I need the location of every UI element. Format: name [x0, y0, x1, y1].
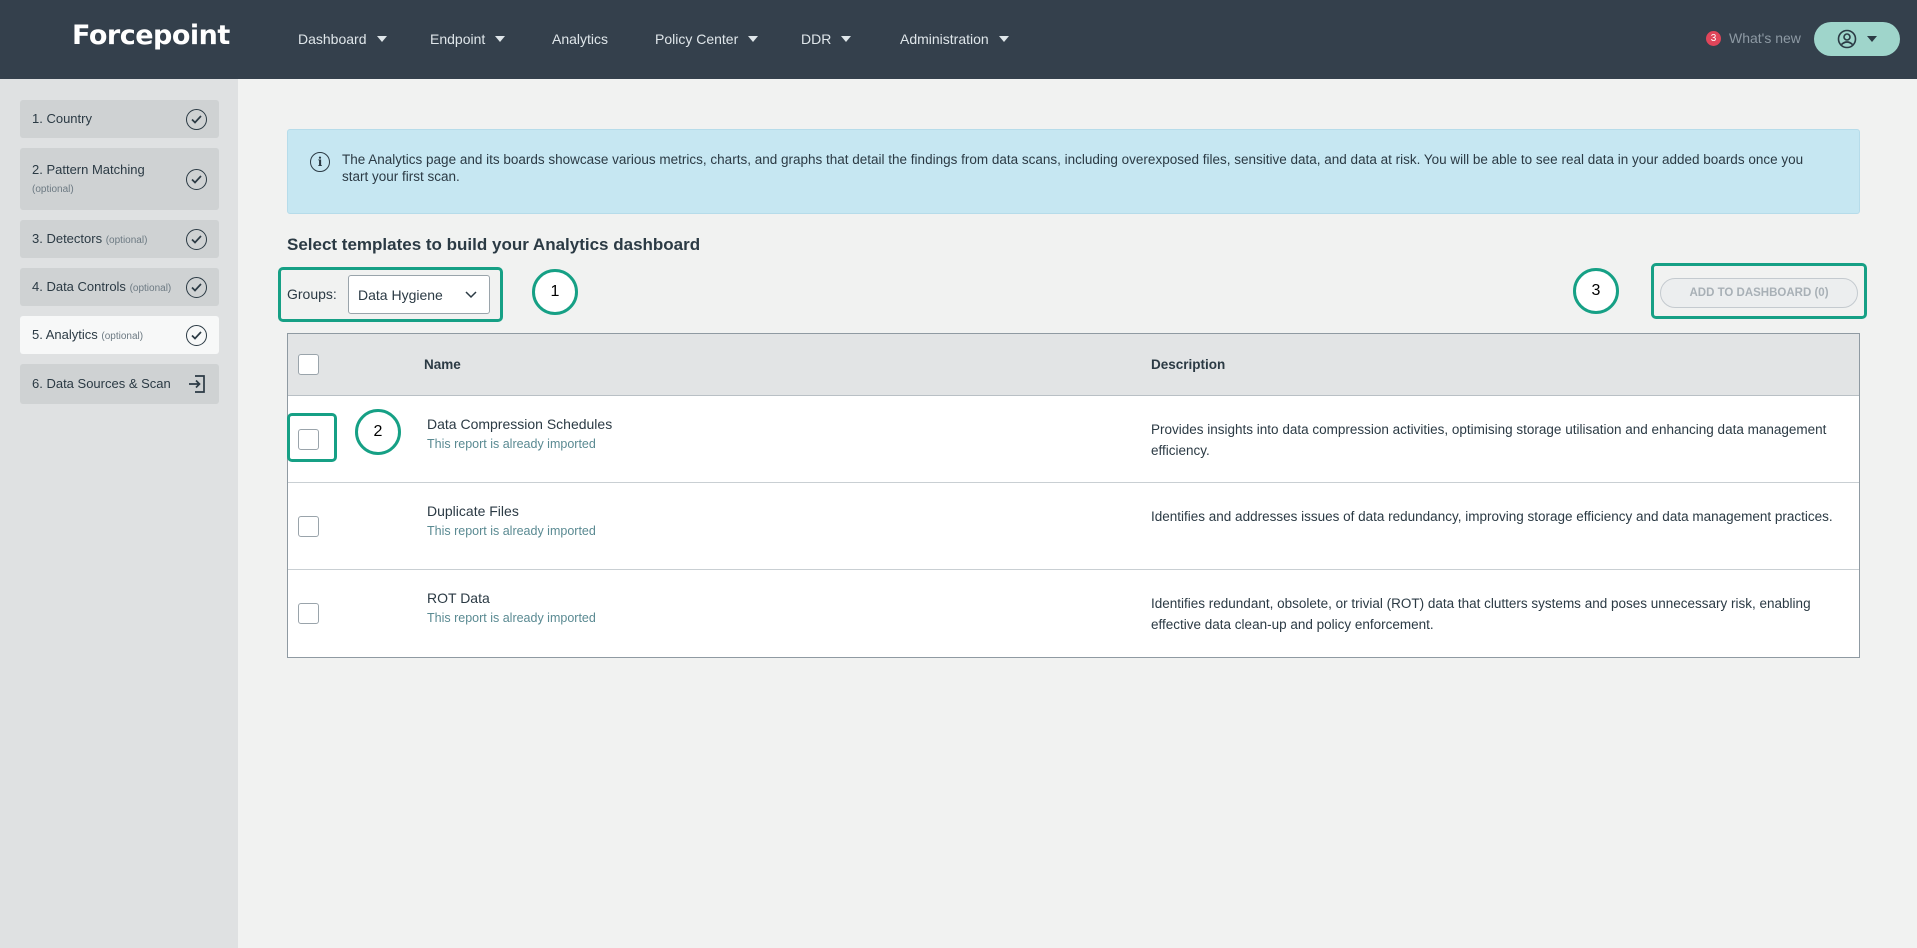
step-data-controls[interactable]: 4. Data Controls (optional)	[20, 268, 219, 306]
templates-table: Name Description Data Compression Schedu…	[287, 333, 1860, 658]
row-description: Provides insights into data compression …	[1151, 422, 1827, 458]
step-label: 1. Country	[32, 111, 92, 127]
row-checkbox[interactable]	[298, 516, 319, 537]
chevron-down-icon	[495, 36, 506, 42]
table-row[interactable]: ROT Data This report is already imported…	[288, 570, 1859, 657]
user-menu-button[interactable]	[1814, 22, 1900, 56]
nav-policy-center[interactable]: Policy Center	[655, 31, 759, 47]
step-pattern-matching[interactable]: 2. Pattern Matching (optional)	[20, 148, 219, 210]
callout-2: 2	[355, 409, 401, 455]
notification-badge: 3	[1706, 30, 1721, 46]
step-data-sources-scan[interactable]: 6. Data Sources & Scan	[20, 364, 219, 404]
nav-dashboard[interactable]: Dashboard	[298, 31, 387, 47]
chevron-down-icon	[841, 36, 852, 42]
chevron-down-icon	[465, 290, 477, 298]
whats-new-label: What's new	[1729, 30, 1801, 46]
setup-steps-sidebar: 1. Country 2. Pattern Matching (optional)…	[0, 79, 238, 948]
row-status: This report is already imported	[427, 524, 596, 538]
nav-endpoint[interactable]: Endpoint	[430, 31, 506, 47]
row-status: This report is already imported	[427, 611, 596, 625]
chevron-down-icon	[376, 36, 387, 42]
step-optional-tag: (optional)	[129, 283, 172, 295]
row-name: ROT Data	[427, 590, 490, 606]
step-analytics[interactable]: 5. Analytics (optional)	[20, 316, 219, 354]
nav-policy-center-label: Policy Center	[655, 31, 739, 47]
highlight-row-checkbox	[287, 413, 337, 462]
select-all-checkbox[interactable]	[298, 354, 319, 375]
chevron-down-icon	[1867, 36, 1877, 42]
user-avatar-icon	[1837, 29, 1857, 49]
row-checkbox[interactable]	[298, 603, 319, 624]
nav-analytics-label: Analytics	[552, 31, 609, 47]
check-circle-icon	[186, 324, 207, 346]
step-label: 6. Data Sources & Scan	[32, 376, 171, 392]
enter-icon	[189, 375, 205, 393]
check-circle-icon	[186, 276, 207, 298]
column-header-description: Description	[1151, 357, 1226, 372]
step-label: 3. Detectors	[32, 231, 103, 247]
check-circle-icon	[186, 228, 207, 250]
table-header: Name Description	[288, 334, 1859, 396]
top-navigation-bar: Forcepoint Dashboard Endpoint Analytics …	[0, 0, 1917, 79]
callout-3: 3	[1573, 268, 1619, 314]
step-optional-tag: (optional)	[101, 331, 144, 343]
row-description: Identifies and addresses issues of data …	[1151, 509, 1833, 524]
nav-ddr[interactable]: DDR	[801, 31, 852, 47]
info-icon: i	[310, 152, 330, 172]
nav-analytics[interactable]: Analytics	[552, 31, 608, 47]
callout-1: 1	[532, 269, 578, 315]
nav-administration-label: Administration	[900, 31, 989, 47]
step-label: 4. Data Controls	[32, 279, 126, 295]
table-row[interactable]: Data Compression Schedules This report i…	[288, 396, 1859, 483]
add-to-dashboard-button[interactable]: ADD TO DASHBOARD (0)	[1660, 278, 1858, 308]
step-country[interactable]: 1. Country	[20, 100, 219, 138]
nav-administration[interactable]: Administration	[900, 31, 1009, 47]
step-detectors[interactable]: 3. Detectors (optional)	[20, 220, 219, 258]
groups-label: Groups:	[287, 286, 337, 302]
column-header-name: Name	[424, 357, 461, 372]
chevron-down-icon	[748, 36, 759, 42]
step-label: 5. Analytics	[32, 327, 98, 343]
step-optional-tag: (optional)	[105, 235, 148, 247]
row-name: Duplicate Files	[427, 503, 519, 519]
check-circle-icon	[186, 108, 207, 130]
check-circle-icon	[186, 168, 207, 190]
info-text: The Analytics page and its boards showca…	[342, 152, 1804, 184]
step-label: 2. Pattern Matching	[32, 162, 145, 178]
step-optional-tag: (optional)	[32, 184, 74, 195]
info-banner: i The Analytics page and its boards show…	[287, 129, 1860, 214]
nav-ddr-label: DDR	[801, 31, 832, 47]
row-name: Data Compression Schedules	[427, 416, 613, 432]
groups-select[interactable]: Data Hygiene	[348, 275, 490, 314]
table-row[interactable]: Duplicate Files This report is already i…	[288, 483, 1859, 570]
row-status: This report is already imported	[427, 437, 596, 451]
whats-new-link[interactable]: 3 What's new	[1706, 30, 1801, 46]
nav-dashboard-label: Dashboard	[298, 31, 367, 47]
section-title: Select templates to build your Analytics…	[287, 235, 701, 254]
chevron-down-icon	[998, 36, 1009, 42]
groups-select-value: Data Hygiene	[358, 286, 443, 303]
nav-endpoint-label: Endpoint	[430, 31, 486, 47]
forcepoint-logo[interactable]: Forcepoint	[72, 20, 230, 51]
row-description: Identifies redundant, obsolete, or trivi…	[1151, 596, 1811, 632]
